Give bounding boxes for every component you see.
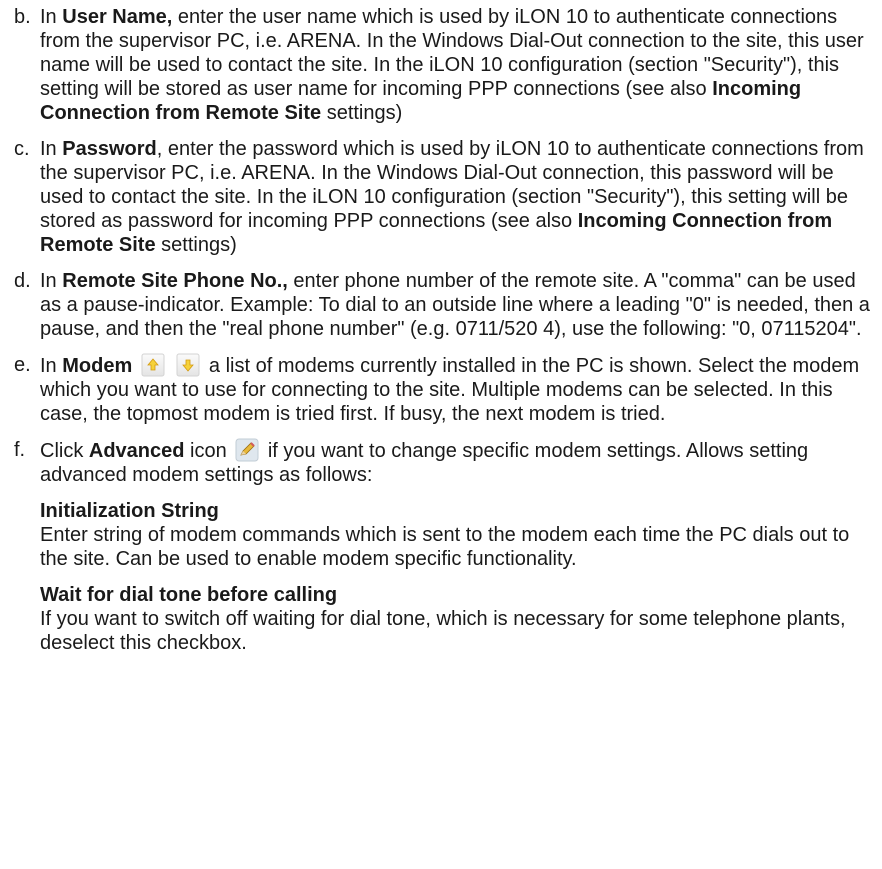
list-item-modem: e. In Modem a list of modems currently i… (14, 353, 880, 426)
setting-heading: Initialization String (40, 500, 219, 522)
edit-pencil-icon (235, 438, 259, 462)
text-run: settings) (321, 102, 403, 124)
text-run: In (40, 270, 63, 292)
move-down-icon (176, 353, 200, 377)
list-marker: e. (14, 354, 31, 376)
paragraph-user-name: In User Name, enter the user name which … (40, 5, 880, 125)
setting-initialization-string: Initialization String Enter string of mo… (40, 499, 880, 571)
list-item-advanced: f. Click Advanced icon if you want to ch… (14, 438, 880, 655)
bold-term: Modem (62, 355, 133, 377)
move-up-icon (141, 353, 165, 377)
text-run: settings) (155, 234, 237, 256)
bold-term: User Name, (62, 6, 173, 28)
bold-term: Advanced (88, 440, 185, 462)
text-run: In (40, 138, 63, 160)
list-marker: c. (14, 138, 30, 160)
text-run: In (40, 355, 63, 377)
list-marker: d. (14, 270, 31, 292)
list-item-phone: d. In Remote Site Phone No., enter phone… (14, 269, 880, 341)
paragraph-modem: In Modem a list of modems currently inst… (40, 353, 880, 426)
paragraph-phone: In Remote Site Phone No., enter phone nu… (40, 269, 880, 341)
bold-term: Password (62, 138, 157, 160)
paragraph-password: In Password, enter the password which is… (40, 137, 880, 257)
document-body: b. In User Name, enter the user name whi… (14, 5, 880, 667)
text-run: Click (40, 440, 89, 462)
setting-heading: Wait for dial tone before calling (40, 584, 338, 606)
setting-description: Enter string of modem commands which is … (40, 524, 850, 570)
list-marker: f. (14, 439, 26, 461)
paragraph-advanced: Click Advanced icon if you want to chang… (40, 438, 880, 487)
setting-description: If you want to switch off waiting for di… (40, 608, 846, 654)
text-run: In (40, 6, 63, 28)
list-item-password: c. In Password, enter the password which… (14, 137, 880, 257)
setting-wait-dial-tone: Wait for dial tone before calling If you… (40, 583, 880, 655)
list-item-user-name: b. In User Name, enter the user name whi… (14, 5, 880, 125)
list-marker: b. (14, 6, 31, 28)
bold-term: Remote Site Phone No., (62, 270, 288, 292)
text-run: icon (184, 440, 227, 462)
